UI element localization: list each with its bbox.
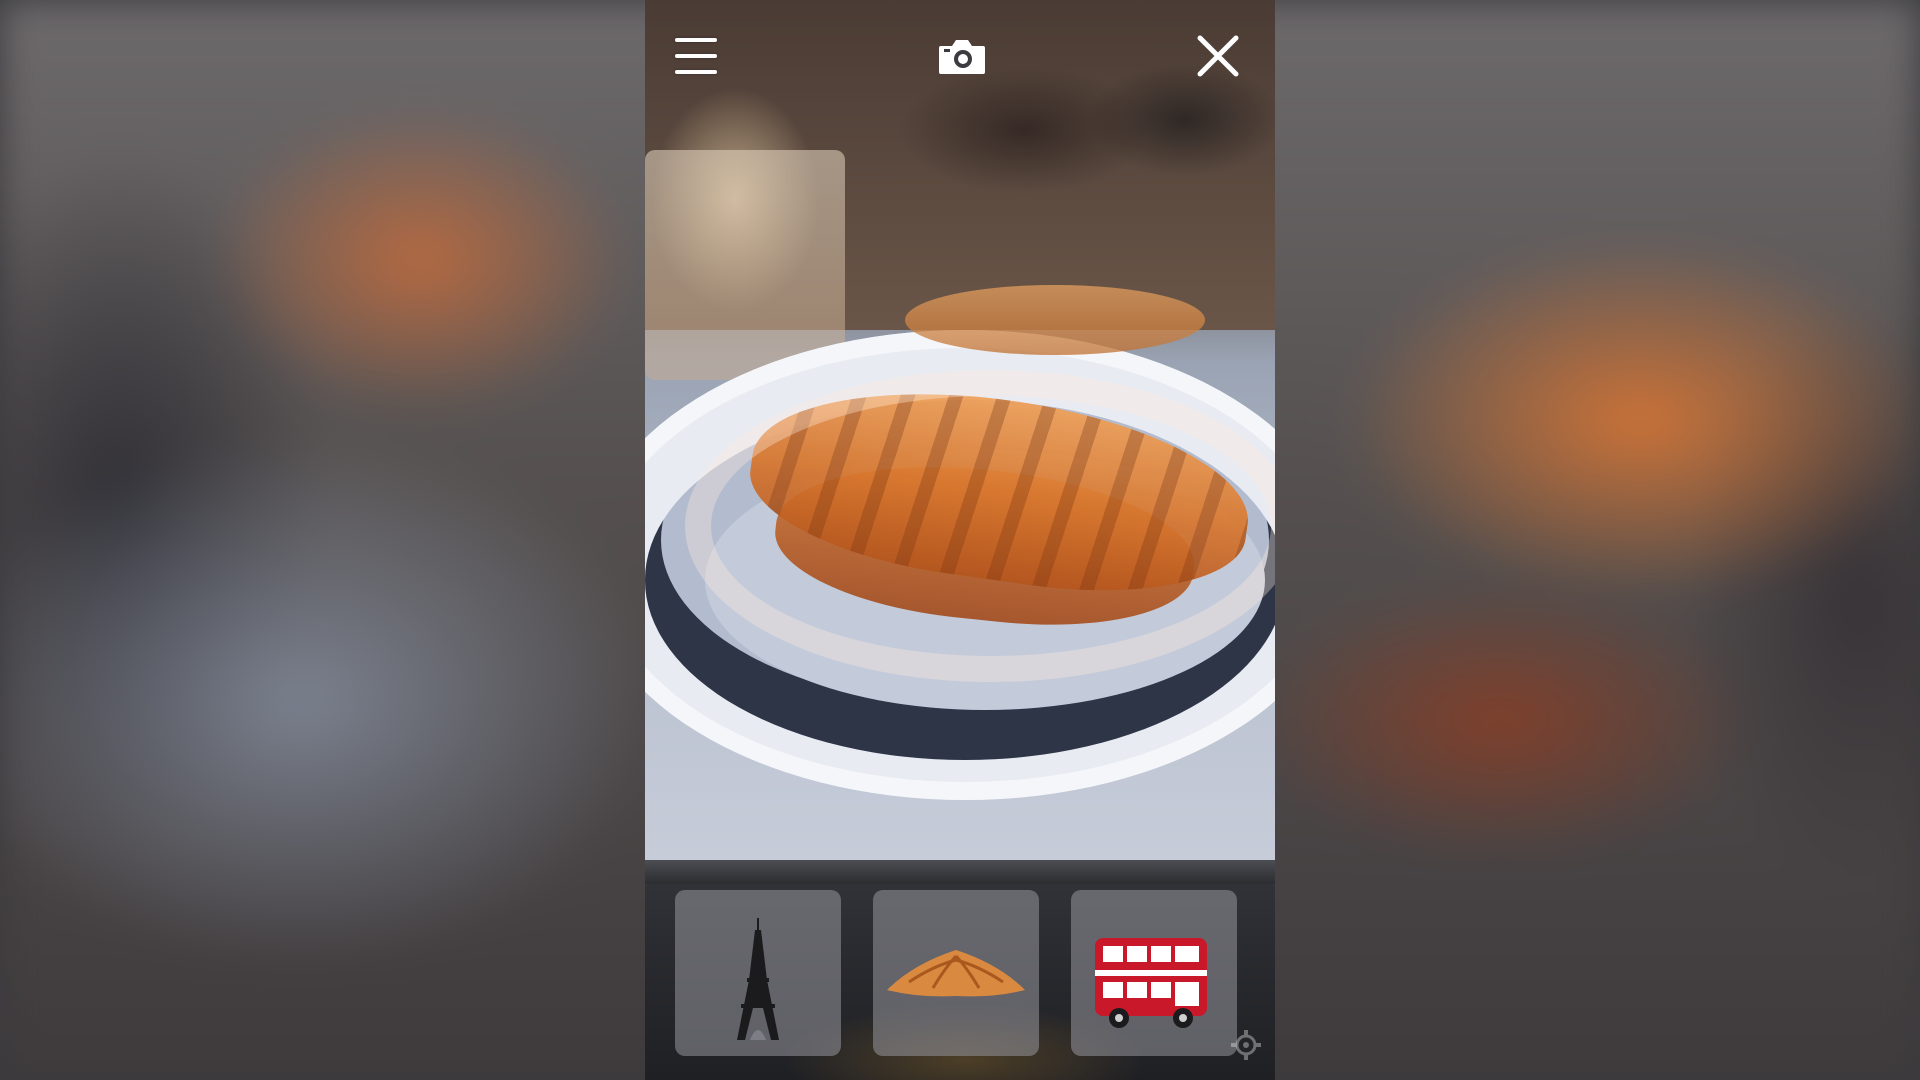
app-stage	[0, 0, 1920, 1080]
camera-icon	[939, 40, 985, 74]
ar-camera-view[interactable]	[645, 0, 1275, 860]
hamburger-menu-icon	[675, 38, 717, 42]
model-item-croissant[interactable]	[873, 890, 1039, 1056]
close-icon	[1197, 35, 1239, 77]
hamburger-line	[675, 70, 717, 74]
phone-screen	[645, 0, 1275, 1080]
model-item-eiffel-tower[interactable]	[675, 890, 841, 1056]
eiffel-tower-icon	[737, 918, 779, 1040]
model-item-double-decker-bus[interactable]	[1071, 890, 1237, 1056]
hamburger-line	[675, 54, 717, 58]
menu-button[interactable]	[673, 36, 721, 78]
capture-photo-button[interactable]	[937, 36, 987, 78]
model-picker-tray	[645, 860, 1275, 1080]
croissant-ar-model-top	[905, 285, 1205, 355]
glass	[645, 150, 845, 380]
croissant-icon	[887, 950, 1025, 997]
double-decker-bus-icon	[1095, 938, 1207, 1028]
tray-edge	[645, 860, 1275, 884]
gear-icon	[1231, 1030, 1261, 1060]
plate-ghost-overlay	[685, 370, 1275, 682]
top-bar	[645, 0, 1275, 110]
close-button[interactable]	[1195, 33, 1241, 79]
